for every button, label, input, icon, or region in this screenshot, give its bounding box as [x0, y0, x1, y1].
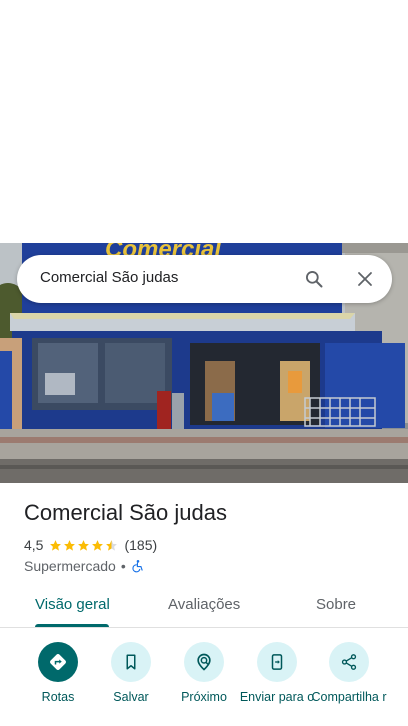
category-row: Supermercado • [24, 557, 145, 575]
nearby-label: Próximo [181, 690, 227, 704]
directions-button[interactable]: Rotas [18, 642, 98, 704]
save-button[interactable]: Salvar [91, 642, 171, 704]
separator-dot: • [120, 558, 126, 574]
nearby-icon [197, 653, 211, 671]
rating-value: 4,5 [24, 537, 44, 553]
rating-row[interactable]: 4,5 (185) [24, 536, 157, 554]
place-category: Supermercado [24, 558, 116, 574]
star-half-icon [106, 539, 118, 551]
active-tab-indicator [35, 624, 109, 627]
send-to-phone-icon [271, 654, 283, 670]
search-button[interactable] [302, 267, 326, 291]
star-full-icon [50, 539, 62, 551]
send-to-phone-button[interactable]: Enviar para o [237, 642, 317, 704]
tab-about[interactable]: Sobre [316, 596, 356, 613]
search-bar[interactable]: Comercial São judas [17, 255, 392, 303]
star-full-icon [64, 539, 76, 551]
wheelchair-accessible-icon [132, 560, 143, 573]
star-full-icon [92, 539, 104, 551]
save-button-circle [111, 642, 151, 682]
tab-reviews[interactable]: Avaliações [168, 596, 240, 613]
blank-header-area [0, 0, 408, 243]
rating-stars [49, 539, 119, 552]
share-button-circle [329, 642, 369, 682]
send-to-phone-button-circle [257, 642, 297, 682]
close-icon [358, 272, 372, 286]
directions-button-circle [38, 642, 78, 682]
star-full-icon [78, 539, 90, 551]
directions-label: Rotas [41, 690, 75, 704]
search-icon [306, 271, 323, 288]
share-button[interactable]: Compartilha r [309, 642, 389, 704]
clear-search-button[interactable] [353, 267, 377, 291]
place-tabs: Visão geral Avaliações Sobre [0, 585, 408, 628]
directions-icon [50, 654, 66, 670]
bookmark-icon [126, 654, 136, 670]
search-input[interactable]: Comercial São judas [40, 269, 178, 286]
nearby-button-circle [184, 642, 224, 682]
place-title: Comercial São judas [24, 500, 227, 525]
share-label: Compartilha r [311, 690, 387, 704]
nearby-button[interactable]: Próximo [164, 642, 244, 704]
reviews-count: (185) [124, 537, 158, 553]
tab-overview[interactable]: Visão geral [35, 596, 110, 613]
share-icon [341, 654, 357, 670]
save-label: Salvar [113, 690, 149, 704]
send-to-phone-label: Enviar para o [239, 690, 315, 704]
